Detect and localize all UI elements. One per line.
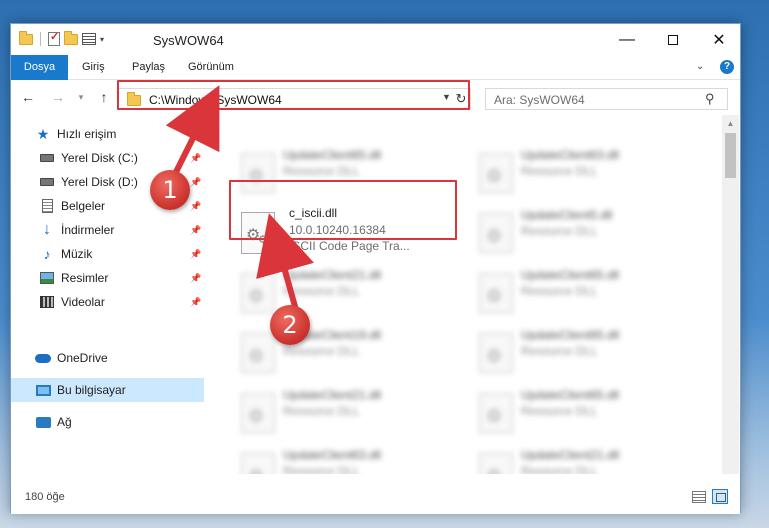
annotation-arrows bbox=[165, 85, 314, 311]
step-1-badge: 1 bbox=[150, 170, 190, 210]
arrow-to-address bbox=[165, 85, 220, 174]
step-2-badge: 2 bbox=[270, 305, 310, 345]
arrow-to-file bbox=[256, 213, 314, 311]
